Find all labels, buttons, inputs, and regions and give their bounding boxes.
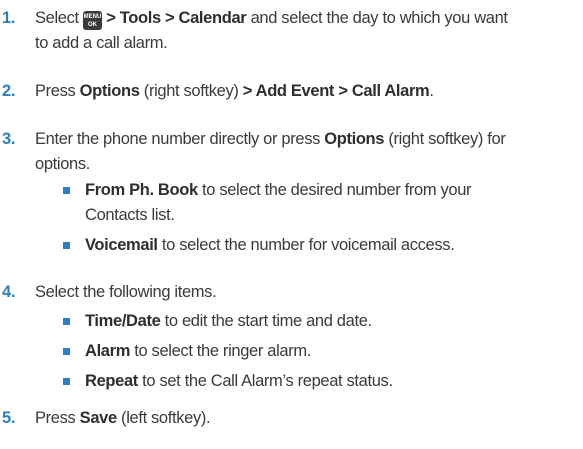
bullet-square-icon: [63, 187, 70, 194]
step-number: 5.: [2, 409, 16, 427]
bullet-square-icon: [63, 348, 70, 355]
step-number: 4.: [2, 283, 16, 301]
step-text: Enter the phone number directly or press…: [35, 130, 506, 173]
step-number: 2.: [2, 82, 16, 100]
menu-ok-key-icon: MENU OK: [83, 11, 102, 30]
save-label: Save: [79, 409, 117, 427]
bullet-square-icon: [63, 242, 70, 249]
step-number: 3.: [2, 130, 16, 148]
options-label: Options: [324, 130, 385, 148]
step-text: Press Save (left softkey).: [35, 409, 211, 427]
step-number: 1.: [2, 9, 16, 27]
step-text: Select MENU OK > Tools > Calendar and sel…: [35, 9, 508, 52]
options-label: Options: [79, 82, 140, 100]
menu-path: > Tools > Calendar: [106, 9, 247, 27]
step-text: Select the following items.: [35, 283, 217, 301]
bullet-square-icon: [63, 378, 70, 385]
step-text: Press Options (right softkey) > Add Even…: [35, 82, 434, 100]
menu-path: > Add Event > Call Alarm: [242, 82, 430, 100]
instruction-document: 1. Select MENU OK > Tools > Calendar and …: [0, 0, 583, 449]
bullet-square-icon: [63, 318, 70, 325]
